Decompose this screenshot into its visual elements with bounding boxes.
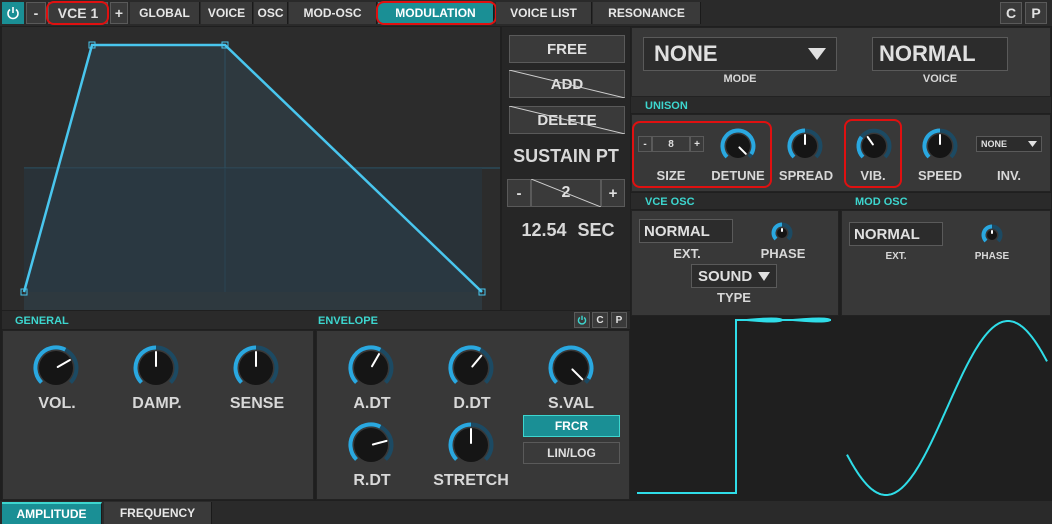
delete-button[interactable]: DELETE <box>509 106 625 134</box>
envelope-graph[interactable] <box>2 27 500 310</box>
time-unit: SEC <box>577 219 615 240</box>
type-label: TYPE <box>717 289 751 305</box>
mod-osc-title: MOD OSC <box>855 196 908 208</box>
mod-phase-knob[interactable] <box>981 224 1003 251</box>
envelope-copy-button[interactable]: C <box>592 312 608 328</box>
mod-ext-select[interactable]: NORMAL <box>849 222 943 246</box>
waveform <box>637 317 1048 496</box>
mod-ext-label: EXT. <box>885 250 907 262</box>
highlight-modulation-tab <box>376 1 497 25</box>
sense-label: SENSE <box>229 395 285 412</box>
sustain-value[interactable]: 2 <box>531 179 601 207</box>
voice-label: VOICE <box>922 73 958 85</box>
adt-knob[interactable] <box>348 345 394 396</box>
rdt-knob[interactable] <box>348 422 394 473</box>
damp-label: DAMP. <box>132 395 182 412</box>
inv-value: NONE <box>981 139 1008 149</box>
vce-ext-label: EXT. <box>673 245 701 261</box>
speed-label: SPEED <box>917 167 963 183</box>
mode-value: NONE <box>654 41 718 66</box>
frcr-button[interactable]: FRCR <box>523 415 620 437</box>
stretch-label: STRETCH <box>433 472 509 489</box>
highlight-size-detune <box>632 121 772 188</box>
vol-label: VOL. <box>38 395 76 412</box>
chevron-down-icon <box>758 271 770 281</box>
general-title: GENERAL <box>15 315 69 327</box>
free-button[interactable]: FREE <box>509 35 625 63</box>
voice-next-button[interactable]: + <box>110 2 128 24</box>
sustain-plus-button[interactable]: + <box>601 179 625 207</box>
envelope-curve <box>20 41 500 310</box>
stretch-knob[interactable] <box>448 422 494 473</box>
sustain-minus-button[interactable]: - <box>507 179 531 207</box>
inv-select[interactable]: NONE <box>976 136 1042 152</box>
mod-phase-label: PHASE <box>974 250 1010 262</box>
tab-frequency[interactable]: FREQUENCY <box>104 502 212 524</box>
vce-ext-select[interactable]: NORMAL <box>639 219 733 243</box>
sustain-pt-label: SUSTAIN PT <box>513 145 619 166</box>
voice-prev-button[interactable]: - <box>26 2 46 24</box>
add-button[interactable]: ADD <box>509 70 625 98</box>
voice-select[interactable]: NORMAL <box>872 37 1008 71</box>
vce-phase-label: PHASE <box>760 245 806 261</box>
damp-knob[interactable] <box>133 345 179 396</box>
highlight-vib <box>844 119 902 188</box>
envelope-paste-button[interactable]: P <box>611 312 627 328</box>
tab-amplitude[interactable]: AMPLITUDE <box>2 502 102 524</box>
power-icon <box>577 315 587 325</box>
tab-osc[interactable]: OSC <box>254 2 288 24</box>
spread-label: SPREAD <box>778 167 834 183</box>
time-value: 12.54 <box>521 219 567 240</box>
tab-mod-osc[interactable]: MOD-OSC <box>289 2 377 24</box>
chevron-down-icon <box>808 48 826 60</box>
mode-label: MODE <box>723 73 757 85</box>
tab-voice-list[interactable]: VOICE LIST <box>496 2 592 24</box>
tab-voice[interactable]: VOICE <box>201 2 253 24</box>
adt-label: A.DT <box>353 395 391 412</box>
ddt-knob[interactable] <box>448 345 494 396</box>
type-value: SOUND <box>698 267 753 285</box>
oscilloscope <box>631 317 1051 500</box>
unison-title: UNISON <box>645 100 688 112</box>
vol-knob[interactable] <box>33 345 79 396</box>
type-select[interactable]: SOUND <box>691 264 777 288</box>
sval-knob[interactable] <box>548 345 594 396</box>
sense-knob[interactable] <box>233 345 279 396</box>
highlight-voice-name <box>46 1 109 25</box>
ddt-label: D.DT <box>453 395 491 412</box>
rdt-label: R.DT <box>353 472 391 489</box>
paste-button[interactable]: P <box>1025 2 1047 24</box>
copy-button[interactable]: C <box>1000 2 1022 24</box>
power-button[interactable] <box>2 2 24 24</box>
sval-label: S.VAL <box>548 395 594 412</box>
tab-resonance[interactable]: RESONANCE <box>593 2 701 24</box>
vce-osc-title: VCE OSC <box>645 196 695 208</box>
speed-knob[interactable] <box>922 128 958 169</box>
power-icon <box>7 7 19 20</box>
linlog-button[interactable]: LIN/LOG <box>523 442 620 464</box>
inv-label: INV. <box>996 167 1022 183</box>
envelope-power-button[interactable] <box>574 312 590 328</box>
envelope-title: ENVELOPE <box>318 315 378 327</box>
tab-global[interactable]: GLOBAL <box>130 2 200 24</box>
unison-header <box>631 97 1051 113</box>
chevron-down-icon <box>1028 141 1037 147</box>
spread-knob[interactable] <box>787 128 823 169</box>
mode-select[interactable]: NONE <box>643 37 837 71</box>
lower-header <box>2 311 630 329</box>
